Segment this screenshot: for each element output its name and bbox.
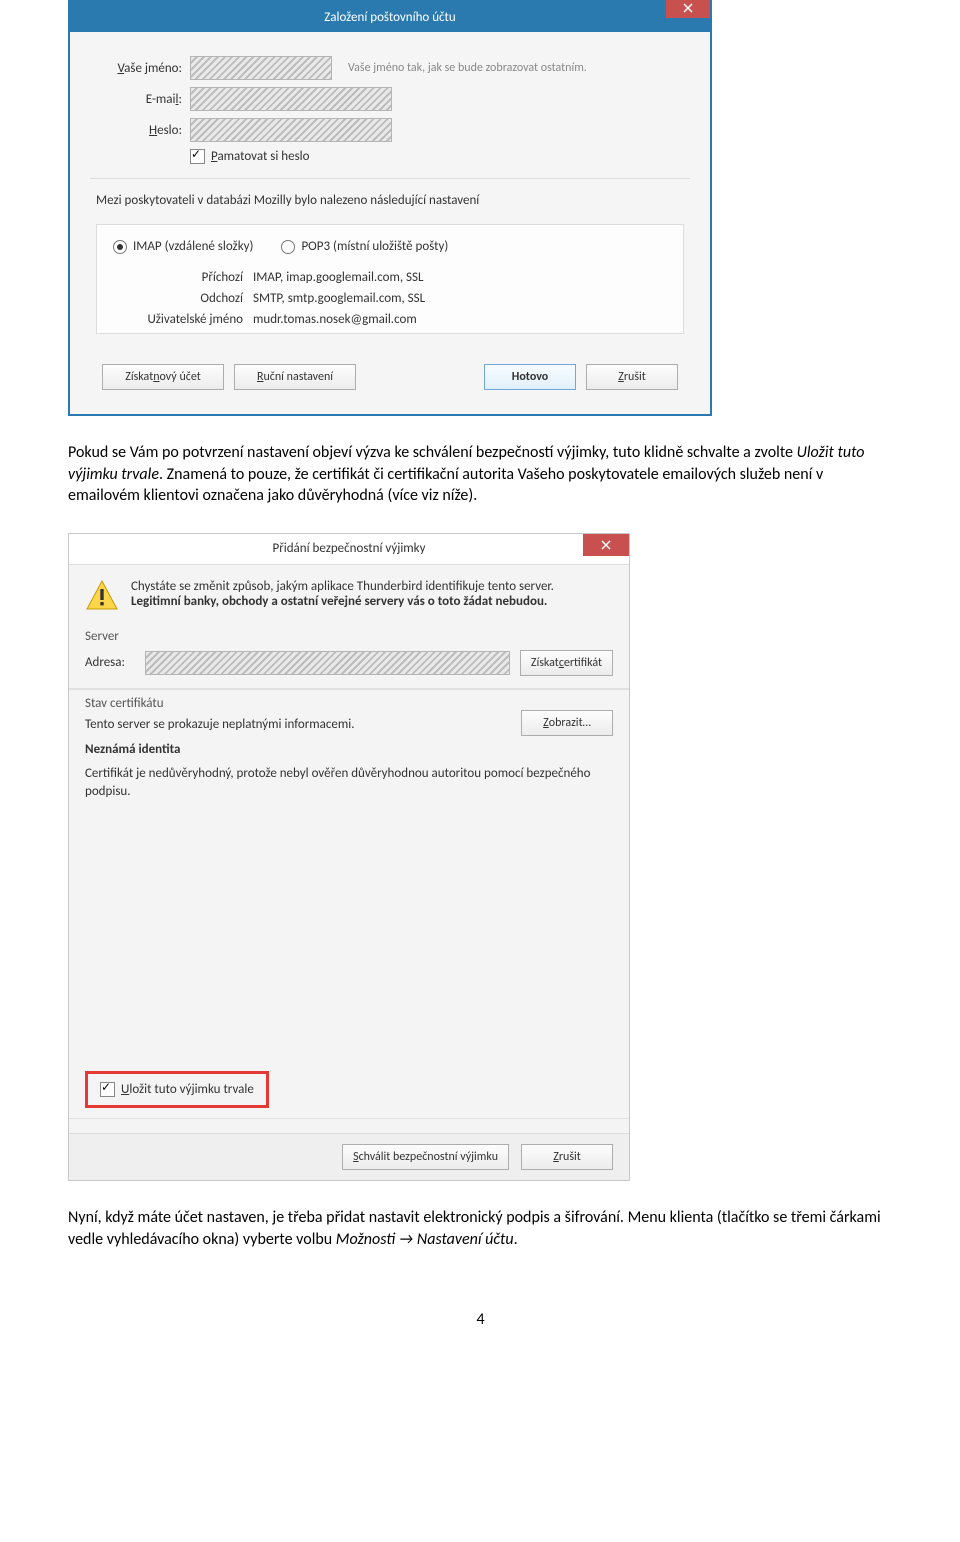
store-exception-highlight: Uložit tuto výjimku trvale (85, 1071, 269, 1108)
warn-line2: Legitimní banky, obchody a ostatní veřej… (131, 594, 613, 609)
close-button-2[interactable] (583, 534, 629, 556)
email-label: E-mail: (96, 92, 190, 107)
username-value: mudr.tomas.nosek@gmail.com (253, 312, 667, 327)
address-label: Adresa: (85, 655, 135, 670)
unknown-identity: Neznámá identita (85, 742, 613, 757)
server-section-title: Server (85, 629, 613, 644)
address-input[interactable] (145, 651, 510, 675)
page-number: 4 (68, 1310, 893, 1329)
manual-setup-button[interactable]: Ruční nastavení (234, 364, 356, 390)
doc-paragraph-2: Nyní, když máte účet nastaven, je třeba … (68, 1207, 893, 1250)
dialog2-title: Přidání bezpečnostní výjimky (273, 541, 426, 556)
imap-radio[interactable] (113, 240, 127, 254)
security-exception-dialog: Přidání bezpečnostní výjimky Chystáte se… (68, 533, 630, 1181)
close-icon (683, 3, 693, 13)
password-input[interactable] (190, 118, 392, 142)
imap-radio-label: IMAP (vzdálené složky) (133, 239, 253, 254)
outgoing-value: SMTP, smtp.googlemail.com, SSL (253, 291, 667, 306)
store-exception-checkbox[interactable] (100, 1082, 115, 1097)
incoming-label: Příchozí (113, 270, 243, 285)
name-label: VVaše jméno:aše jméno: (96, 61, 190, 76)
settings-found-message: Mezi poskytovateli v databázi Mozilly by… (96, 193, 684, 208)
username-label: Uživatelské jméno (113, 312, 243, 327)
email-input[interactable] (190, 87, 392, 111)
dialog-title-bar: Založení poštovního účtu (70, 2, 710, 32)
dialog2-title-bar: Přidání bezpečnostní výjimky (69, 534, 629, 565)
password-label: Heslo: (96, 123, 190, 138)
remember-password-checkbox[interactable] (190, 149, 205, 164)
remember-password-label: Pamatovat si heslo (211, 149, 310, 164)
store-exception-label: Uložit tuto výjimku trvale (121, 1082, 254, 1097)
show-button[interactable]: Zobrazit… (521, 710, 613, 736)
warn-line1: Chystáte se změnit způsob, jakým aplikac… (131, 579, 613, 594)
cancel-button-2[interactable]: Zrušit (521, 1144, 613, 1170)
close-button[interactable] (666, 0, 710, 18)
cert-status-title: Stav certifikátu (85, 696, 613, 711)
cert-explanation: Certifikát je nedůvěryhodný, protože neb… (85, 765, 613, 801)
done-button[interactable]: Hotovo (484, 364, 576, 390)
incoming-value: IMAP, imap.googlemail.com, SSL (253, 270, 667, 285)
name-hint: Vaše jméno tak, jak se bude zobrazovat o… (348, 61, 587, 75)
close-icon (601, 540, 611, 550)
outgoing-label: Odchozí (113, 291, 243, 306)
protocol-panel: IMAP (vzdálené složky) POP3 (místní ulož… (96, 224, 684, 334)
name-input[interactable] (190, 56, 332, 80)
warning-icon (85, 579, 119, 613)
divider (90, 178, 690, 179)
pop3-radio-label: POP3 (místní uložiště pošty) (301, 239, 448, 254)
doc-paragraph-1: Pokud se Vám po potvrzení nastavení obje… (68, 442, 893, 507)
get-new-account-button[interactable]: Získat nový účet (102, 364, 224, 390)
pop3-radio[interactable] (281, 240, 295, 254)
get-certificate-button[interactable]: Získat certifikát (520, 650, 613, 676)
confirm-exception-button[interactable]: Schválit bezpečnostní výjimku (342, 1144, 509, 1170)
cancel-button[interactable]: Zrušit (586, 364, 678, 390)
dialog-title: Založení poštovního účtu (324, 10, 455, 25)
mail-account-dialog: Založení poštovního účtu VVaše jméno:aše… (68, 0, 712, 416)
